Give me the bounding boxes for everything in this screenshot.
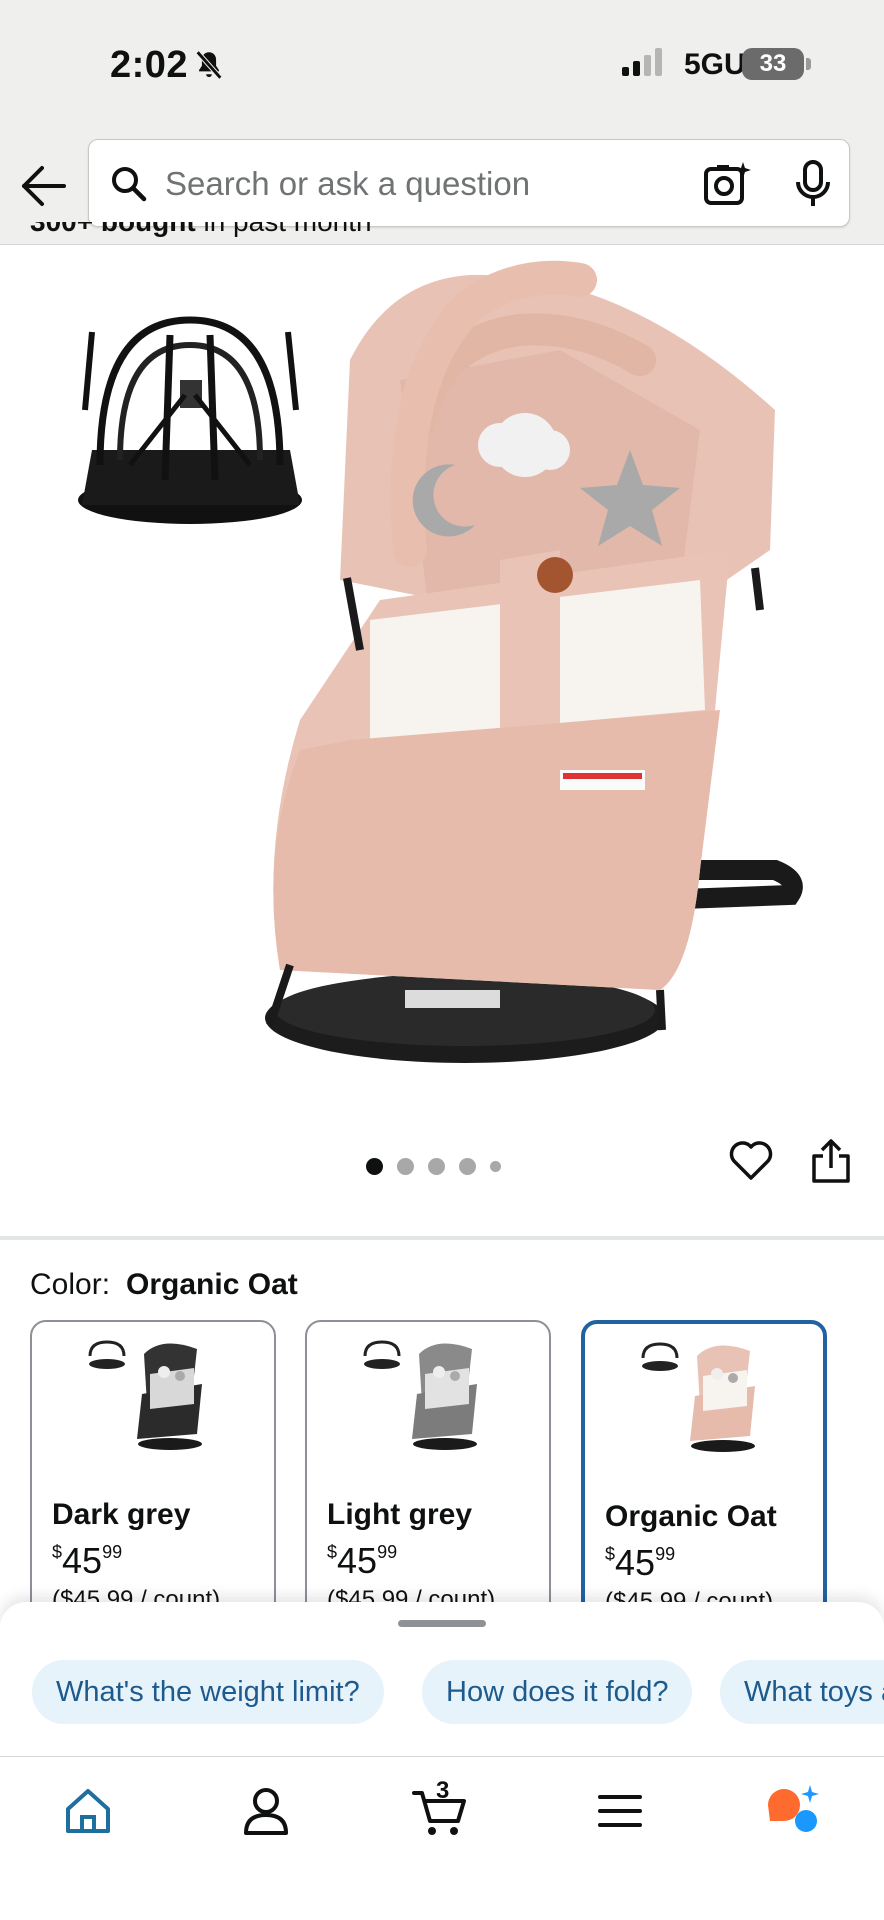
color-option-price: $4599 xyxy=(327,1540,397,1582)
carousel-dot[interactable] xyxy=(397,1157,414,1175)
price-whole: 45 xyxy=(615,1542,656,1583)
bottom-navigation: 3 xyxy=(0,1756,884,1920)
color-option-name: Light grey xyxy=(327,1498,473,1531)
status-bar: 2:02 5GUC 33 xyxy=(0,0,884,130)
status-time: 2:02 xyxy=(110,44,189,86)
product-page: 2:02 5GUC 33 Search or ask a question Co… xyxy=(0,0,884,1920)
bought-in-past-month: 300+ bought in past month xyxy=(30,222,372,246)
bought-suffix: in past month xyxy=(196,222,371,237)
selected-color: Organic Oat xyxy=(126,1268,298,1301)
sheet-drag-handle[interactable] xyxy=(398,1620,486,1627)
frame-inset-image xyxy=(78,316,302,524)
home-icon[interactable] xyxy=(58,1783,118,1839)
color-option-light-grey[interactable]: Light grey $4599 ($45.99 / count) xyxy=(305,1320,551,1620)
rufus-assistant-icon[interactable] xyxy=(764,1783,824,1839)
question-chip[interactable]: How does it fold? xyxy=(422,1660,693,1724)
carousel-dot[interactable] xyxy=(428,1157,445,1175)
carousel-dot[interactable] xyxy=(490,1160,501,1172)
swatch-thumbnail xyxy=(641,1342,755,1452)
heart-icon[interactable] xyxy=(728,1138,774,1184)
swatch-thumbnail xyxy=(363,1340,477,1450)
microphone-icon[interactable] xyxy=(793,160,833,208)
account-icon[interactable] xyxy=(236,1783,296,1839)
color-option-name: Organic Oat xyxy=(605,1500,777,1533)
image-carousel-dots[interactable] xyxy=(366,1156,501,1176)
search-input[interactable] xyxy=(165,158,665,210)
price-fraction: 99 xyxy=(102,1542,123,1562)
color-option-price: $4599 xyxy=(52,1540,122,1582)
bell-off-icon xyxy=(195,50,223,80)
currency-symbol: $ xyxy=(327,1542,338,1562)
camera-lens-icon[interactable] xyxy=(703,160,751,208)
bought-count: 300+ bought xyxy=(30,222,196,237)
color-option-organic-oat[interactable]: Organic Oat $4599 ($45.99 / count) xyxy=(581,1320,827,1620)
currency-symbol: $ xyxy=(605,1544,616,1564)
carousel-dot[interactable] xyxy=(459,1157,476,1175)
search-bar[interactable] xyxy=(88,139,850,227)
color-label: Color: xyxy=(30,1268,111,1301)
back-arrow-icon[interactable] xyxy=(18,160,70,212)
battery-indicator: 33 xyxy=(742,48,804,80)
search-icon xyxy=(112,167,147,202)
swatch-thumbnail xyxy=(88,1340,202,1450)
price-whole: 45 xyxy=(337,1540,378,1581)
bouncer-image xyxy=(265,260,803,1063)
color-option-dark-grey[interactable]: Dark grey $4599 ($45.99 / count) xyxy=(30,1320,276,1620)
price-whole: 45 xyxy=(62,1540,103,1581)
share-icon[interactable] xyxy=(810,1138,852,1184)
question-chip[interactable]: What toys are included? xyxy=(720,1660,884,1724)
price-fraction: 99 xyxy=(377,1542,398,1562)
currency-symbol: $ xyxy=(52,1542,63,1562)
carousel-dot[interactable] xyxy=(366,1157,383,1175)
price-fraction: 99 xyxy=(655,1544,676,1564)
color-selector-label: Color: Organic Oat xyxy=(30,1268,298,1302)
section-divider xyxy=(0,1236,884,1240)
question-chip[interactable]: What's the weight limit? xyxy=(32,1660,384,1724)
rufus-suggestions-sheet[interactable]: What's the weight limit? How does it fol… xyxy=(0,1602,884,1756)
color-option-name: Dark grey xyxy=(52,1498,191,1531)
menu-icon[interactable] xyxy=(590,1783,650,1839)
color-option-price: $4599 xyxy=(605,1542,675,1584)
cell-signal-icon xyxy=(622,48,662,76)
cart-count-badge: 3 xyxy=(436,1777,450,1804)
battery-cap xyxy=(806,58,811,70)
cart-button[interactable]: 3 xyxy=(410,1777,470,1839)
product-image[interactable] xyxy=(0,250,884,1110)
